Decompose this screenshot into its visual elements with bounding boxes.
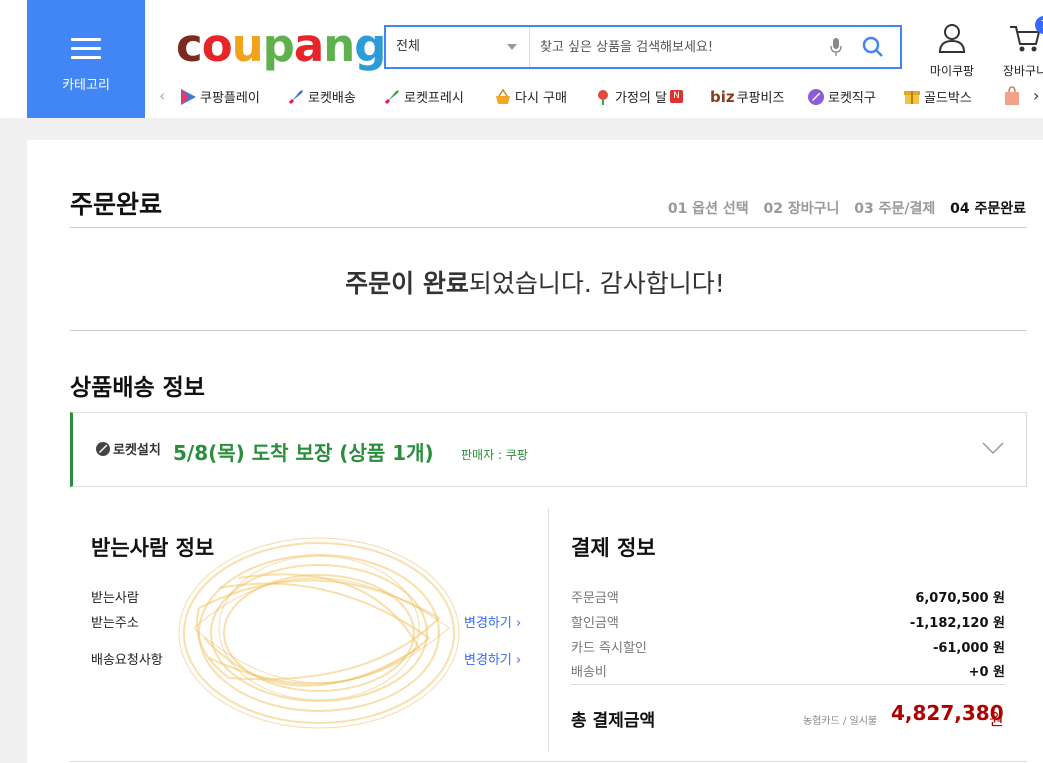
rocket-global-icon <box>808 88 824 105</box>
step-3: 03 주문/결제 <box>854 201 936 217</box>
nav-item-rebuy[interactable]: 다시 구매 <box>494 87 567 106</box>
search-icon[interactable] <box>862 36 884 58</box>
play-icon <box>181 88 196 105</box>
biz-logo: biz <box>710 87 735 106</box>
rocket-icon <box>288 89 303 104</box>
user-icon <box>938 24 966 53</box>
order-complete-panel: 주문완료 01 옵션 선택 02 장바구니 03 주문/결제 04 주문완료 주… <box>27 140 1043 763</box>
rocket-fresh-icon <box>384 89 399 104</box>
search-input[interactable] <box>540 35 820 59</box>
nav-next-icon[interactable]: › <box>1033 86 1039 105</box>
nav-item-rocket-fresh[interactable]: 로켓프레시 <box>383 87 464 106</box>
shopping-bag-icon[interactable] <box>1003 86 1021 106</box>
caret-down-icon <box>507 44 517 50</box>
divider <box>70 330 1027 331</box>
rocket-install-icon <box>96 442 110 456</box>
order-complete-rest: 되었습니다. 감사합니다! <box>468 269 725 298</box>
change-request-link[interactable]: 변경하기 › <box>464 649 521 668</box>
nav-item-rocket-delivery[interactable]: 로켓배송 <box>287 87 356 106</box>
order-complete-bold: 주문이 완료 <box>345 269 469 298</box>
payment-row-shipping-fee: 배송비 +0 원 <box>571 665 1005 680</box>
payment-row-order-amount: 주문금액 6,070,500 원 <box>571 591 1005 606</box>
total-payment-label: 총 결제금액 <box>571 711 656 731</box>
payment-row-discount: 할인금액 -1,182,120 원 <box>571 616 1005 631</box>
delivery-request-label: 배송요청사항 <box>91 653 163 668</box>
category-nav: ‹ 쿠팡플레이 로켓배송 로켓프레시 다시 구매 가정의 달 N biz 쿠팡비… <box>155 84 1043 110</box>
coupang-logo[interactable]: coupang <box>176 18 387 74</box>
step-1: 01 옵션 선택 <box>667 201 749 217</box>
order-steps: 01 옵션 선택 02 장바구니 03 주문/결제 04 주문완료 <box>658 198 1026 218</box>
vertical-divider <box>548 508 549 752</box>
search-category-select[interactable]: 전체 <box>386 27 530 67</box>
nav-item-coupangplay[interactable]: 쿠팡플레이 <box>179 87 260 106</box>
shipping-info-box[interactable]: 로켓설치 5/8(목) 도착 보장 (상품 1개) 판매자 : 쿠팡 <box>70 412 1027 487</box>
divider <box>571 684 1005 685</box>
shipping-info-title: 상품배송 정보 <box>70 375 205 401</box>
nav-item-family-month[interactable]: 가정의 달 N <box>594 87 683 106</box>
nav-prev-icon[interactable]: ‹ <box>159 86 165 105</box>
payment-method-label: 농협카드 / 일시불 <box>803 716 878 727</box>
new-badge: N <box>669 90 683 103</box>
mycoupang-button[interactable]: 마이쿠팡 <box>922 22 982 79</box>
nav-item-rocket-global[interactable]: 로켓직구 <box>807 87 876 106</box>
step-4-active: 04 주문완료 <box>950 201 1026 217</box>
search-category-value: 전체 <box>396 39 420 54</box>
order-complete-message: 주문이 완료되었습니다. 감사합니다! <box>27 264 1043 300</box>
nav-item-goldbox[interactable]: 골드박스 <box>903 87 972 106</box>
top-header: 카테고리 coupang 전체 마이쿠팡 7 장바구니 <box>0 0 1043 118</box>
hamburger-icon <box>71 38 101 60</box>
total-payment-unit: 원 <box>989 710 1004 729</box>
category-label: 카테고리 <box>62 78 110 93</box>
category-menu-button[interactable]: 카테고리 <box>27 0 145 118</box>
page-title: 주문완료 <box>70 190 163 219</box>
receiver-name-label: 받는사람 <box>91 591 139 606</box>
seller-label: 판매자 : 쿠팡 <box>461 448 528 462</box>
redacted-scribble <box>178 537 460 729</box>
flower-icon <box>598 89 608 105</box>
chevron-down-icon[interactable] <box>982 441 1004 455</box>
receiver-address-label: 받는주소 <box>91 616 139 631</box>
step-2: 02 장바구니 <box>763 201 840 217</box>
basket-icon <box>496 88 510 104</box>
search-bar: 전체 <box>384 25 902 69</box>
cart-label: 장바구니 <box>1002 64 1043 78</box>
delivery-eta: 5/8(목) 도착 보장 (상품 1개) <box>173 441 434 465</box>
cart-button[interactable]: 7 장바구니 <box>995 16 1043 79</box>
nav-item-coupangbiz[interactable]: biz 쿠팡비즈 <box>710 87 784 107</box>
payment-info-title: 결제 정보 <box>571 536 656 560</box>
divider <box>70 227 1027 228</box>
payment-row-card-discount: 카드 즉시할인 -61,000 원 <box>571 641 1005 656</box>
goldbox-icon <box>904 90 920 104</box>
change-address-link[interactable]: 변경하기 › <box>464 612 521 631</box>
microphone-icon[interactable] <box>830 37 842 57</box>
rocket-install-label: 로켓설치 <box>113 443 161 458</box>
total-payment-value: 4,827,380 <box>891 701 1004 725</box>
mycoupang-label: 마이쿠팡 <box>929 64 975 78</box>
divider <box>70 761 1027 762</box>
